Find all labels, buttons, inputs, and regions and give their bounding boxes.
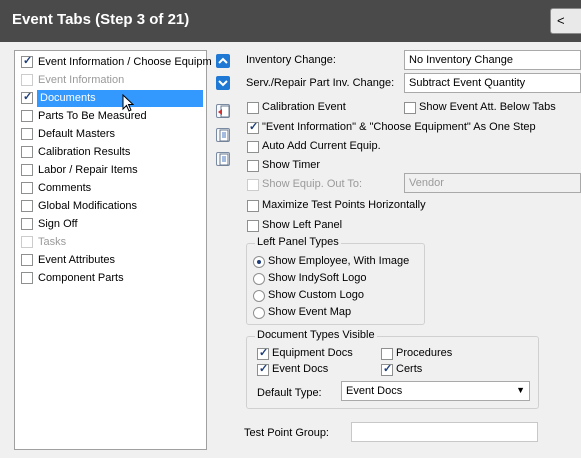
checkbox[interactable] <box>21 110 33 122</box>
tab-item-event-info-choose-equip[interactable]: Event Information / Choose Equipm <box>19 54 212 71</box>
checkbox[interactable] <box>21 90 33 104</box>
title-bar: Event Tabs (Step 3 of 21) < <box>0 0 581 42</box>
tab-item-parts-to-be-measured[interactable]: Parts To Be Measured <box>19 108 205 125</box>
checkbox[interactable] <box>21 218 33 230</box>
inventory-change-label: Inventory Change: <box>246 54 336 66</box>
document-icon <box>219 153 229 166</box>
document-import-icon <box>218 105 230 118</box>
tab-item-labor-repair-items[interactable]: Labor / Repair Items <box>19 162 205 179</box>
checkbox[interactable] <box>21 200 33 212</box>
test-point-group-label: Test Point Group: <box>244 427 329 439</box>
move-down-button[interactable] <box>216 76 230 90</box>
checkbox <box>21 74 33 86</box>
checkbox[interactable] <box>21 182 33 194</box>
tab-item-calibration-results[interactable]: Calibration Results <box>19 144 205 161</box>
tab-item-default-masters[interactable]: Default Masters <box>19 126 205 143</box>
show-equip-out-to-select: Vendor <box>404 173 581 193</box>
default-type-select[interactable]: Event Docs ▼ <box>341 381 530 401</box>
tab-item-component-parts[interactable]: Component Parts <box>19 270 205 287</box>
tab-item-global-modifications[interactable]: Global Modifications <box>19 198 205 215</box>
test-point-group-input[interactable] <box>351 422 538 442</box>
event-tabs-list: Event Information / Choose Equipm Event … <box>14 50 212 450</box>
document-icon <box>219 129 229 142</box>
chevron-up-icon <box>218 57 228 64</box>
move-up-button[interactable] <box>216 54 230 68</box>
serv-repair-inv-change-label: Serv./Repair Part Inv. Change: <box>246 77 395 89</box>
mouse-cursor-icon <box>122 94 135 112</box>
tab-item-documents[interactable]: Documents <box>19 90 205 107</box>
document-button-2[interactable] <box>216 128 230 142</box>
checkbox[interactable] <box>21 128 33 140</box>
default-type-label: Default Type: <box>257 387 322 399</box>
back-button[interactable]: < <box>550 8 581 34</box>
checkbox[interactable] <box>21 272 33 284</box>
tab-item-event-attributes[interactable]: Event Attributes <box>19 252 205 269</box>
checkbox[interactable] <box>21 164 33 176</box>
checkbox[interactable] <box>21 254 33 266</box>
tab-item-tasks: Tasks <box>19 234 205 251</box>
inventory-change-select[interactable]: No Inventory Change <box>404 50 581 70</box>
document-button-3[interactable] <box>216 152 230 166</box>
checkbox[interactable] <box>21 54 33 68</box>
checkbox[interactable] <box>21 146 33 158</box>
tab-item-sign-off[interactable]: Sign Off <box>19 216 205 233</box>
tab-item-event-information: Event Information <box>19 72 205 89</box>
dropdown-arrow-icon: ▼ <box>516 385 525 395</box>
tab-item-comments[interactable]: Comments <box>19 180 205 197</box>
checkbox <box>21 236 33 248</box>
import-document-button[interactable] <box>216 104 230 118</box>
chevron-down-icon <box>218 80 228 87</box>
serv-repair-inv-change-select[interactable]: Subtract Event Quantity <box>404 73 581 93</box>
left-panel-types-title: Left Panel Types <box>255 236 341 248</box>
window-title: Event Tabs (Step 3 of 21) <box>12 11 190 28</box>
document-types-title: Document Types Visible <box>255 329 377 341</box>
